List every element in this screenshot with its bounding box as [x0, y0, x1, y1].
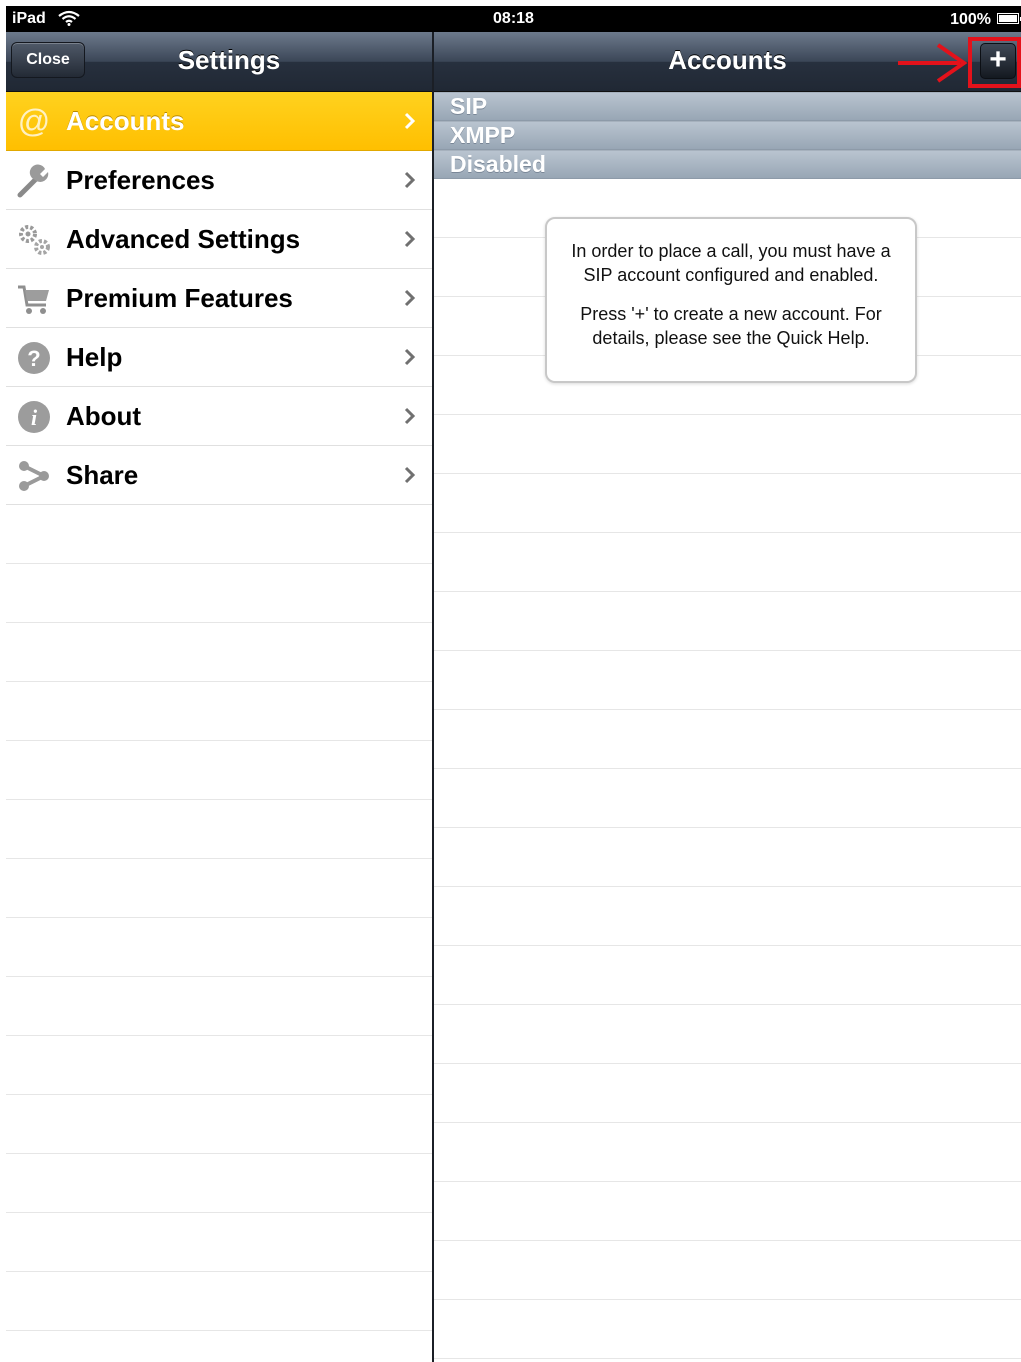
menu-item-premium-features[interactable]: Premium Features — [6, 269, 432, 328]
gears-icon — [16, 222, 52, 258]
no-account-info-box: In order to place a call, you must have … — [545, 217, 917, 383]
empty-row — [6, 682, 432, 741]
chevron-right-icon — [404, 407, 416, 425]
empty-row — [6, 1213, 432, 1272]
empty-row — [6, 505, 432, 564]
chevron-right-icon — [404, 230, 416, 248]
empty-row — [6, 1272, 432, 1331]
empty-row — [6, 564, 432, 623]
menu-item-label: Share — [66, 460, 139, 490]
settings-menu: @ Accounts Preferences Advanced Settings… — [6, 92, 432, 1362]
menu-item-label: About — [66, 401, 142, 431]
menu-item-label: Help — [66, 342, 123, 372]
info-text-requirement: In order to place a call, you must have … — [571, 241, 891, 285]
empty-row — [434, 651, 1021, 710]
clock: 08:18 — [493, 10, 534, 27]
wrench-icon — [16, 163, 52, 199]
battery-icon — [997, 13, 1021, 24]
empty-row — [6, 977, 432, 1036]
menu-item-preferences[interactable]: Preferences — [6, 151, 432, 210]
chevron-right-icon — [404, 171, 416, 189]
settings-nav-bar: Close Settings — [6, 32, 432, 92]
empty-row — [6, 918, 432, 977]
empty-row — [6, 1036, 432, 1095]
empty-row — [434, 1123, 1021, 1182]
red-arrow-annotation — [898, 43, 968, 83]
empty-row — [434, 1241, 1021, 1300]
empty-row — [434, 946, 1021, 1005]
empty-row — [6, 623, 432, 682]
svg-text:@: @ — [18, 104, 50, 139]
svg-text:?: ? — [27, 346, 40, 371]
chevron-right-icon — [404, 466, 416, 484]
menu-item-label: Advanced Settings — [66, 224, 301, 254]
info-text-instructions: Press '+' to create a new account. For d… — [580, 304, 882, 348]
section-header-disabled: Disabled — [434, 150, 1021, 179]
at-sign-icon: @ — [16, 103, 52, 140]
section-header-sip: SIP — [434, 92, 1021, 121]
empty-row — [6, 1331, 432, 1362]
empty-row — [434, 533, 1021, 592]
empty-row — [434, 1300, 1021, 1359]
menu-item-accounts[interactable]: @ Accounts — [6, 92, 432, 151]
menu-item-advanced-settings[interactable]: Advanced Settings — [6, 210, 432, 269]
chevron-right-icon — [404, 112, 416, 130]
shopping-cart-icon — [16, 281, 52, 317]
section-header-xmpp: XMPP — [434, 121, 1021, 150]
empty-row — [434, 1064, 1021, 1123]
battery-percent: 100% — [950, 11, 991, 28]
accounts-nav-bar: Accounts + — [434, 32, 1021, 92]
status-bar: iPad 08:18 100% — [6, 6, 1021, 32]
menu-item-label: Accounts — [66, 106, 185, 136]
empty-row — [6, 1154, 432, 1213]
empty-row — [434, 592, 1021, 651]
empty-row — [6, 859, 432, 918]
empty-row — [434, 887, 1021, 946]
settings-title: Settings — [177, 45, 281, 75]
empty-row — [434, 1005, 1021, 1064]
menu-item-help[interactable]: ? Help — [6, 328, 432, 387]
question-icon: ? — [16, 340, 52, 376]
empty-row — [6, 1095, 432, 1154]
menu-item-share[interactable]: Share — [6, 446, 432, 505]
settings-pane: Close Settings @ Accounts Preferences Ad… — [6, 32, 432, 1362]
menu-item-about[interactable]: i About — [6, 387, 432, 446]
highlight-annotation — [968, 37, 1021, 88]
empty-row — [434, 415, 1021, 474]
chevron-right-icon — [404, 348, 416, 366]
chevron-right-icon — [404, 289, 416, 307]
empty-row — [434, 1182, 1021, 1241]
share-icon — [16, 458, 52, 494]
empty-row — [434, 474, 1021, 533]
menu-item-label: Preferences — [66, 165, 215, 195]
empty-row — [434, 769, 1021, 828]
accounts-pane: Accounts + SIP XMPP Disabled In order to… — [434, 32, 1021, 1362]
ipad-screen: iPad 08:18 100% Close Settings @ Account… — [6, 6, 1021, 1362]
empty-row — [434, 828, 1021, 887]
empty-row — [434, 710, 1021, 769]
empty-row — [6, 741, 432, 800]
svg-text:i: i — [31, 405, 38, 430]
menu-item-label: Premium Features — [66, 283, 293, 313]
close-button[interactable]: Close — [11, 42, 85, 78]
info-icon: i — [16, 399, 52, 435]
account-sections: SIP XMPP Disabled — [434, 92, 1021, 179]
empty-row — [6, 800, 432, 859]
